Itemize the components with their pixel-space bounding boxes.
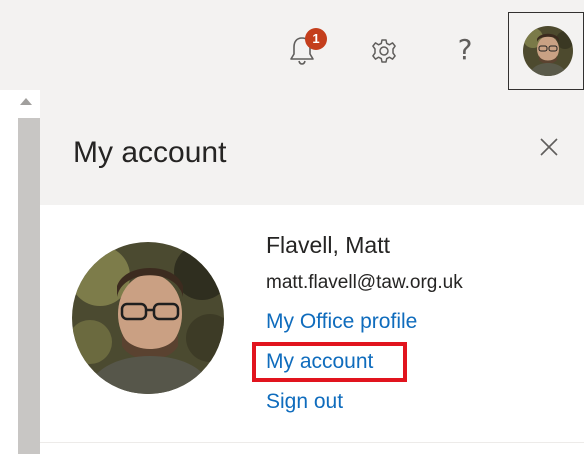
my-office-profile-link[interactable]: My Office profile: [266, 310, 417, 334]
user-email: matt.flavell@taw.org.uk: [266, 272, 463, 293]
help-icon[interactable]: ?: [452, 30, 478, 70]
top-bar: 1 ?: [0, 0, 584, 90]
divider: [40, 442, 584, 443]
gear-icon[interactable]: [370, 37, 398, 65]
panel-title: My account: [73, 136, 227, 169]
sign-out-link[interactable]: Sign out: [266, 390, 343, 414]
user-name: Flavell, Matt: [266, 232, 390, 258]
highlight-box: [252, 342, 407, 382]
close-icon[interactable]: [534, 132, 564, 162]
avatar: [523, 26, 573, 76]
panel-header: My account: [40, 90, 584, 205]
notification-badge: 1: [305, 28, 327, 50]
scrollbar-thumb[interactable]: [18, 118, 40, 454]
scroll-up-arrow-icon[interactable]: [20, 98, 32, 105]
my-account-panel: My account Flavell, Matt matt.flavell@ta…: [40, 90, 584, 454]
account-manager-button[interactable]: [508, 12, 584, 90]
profile-avatar: [72, 242, 224, 394]
